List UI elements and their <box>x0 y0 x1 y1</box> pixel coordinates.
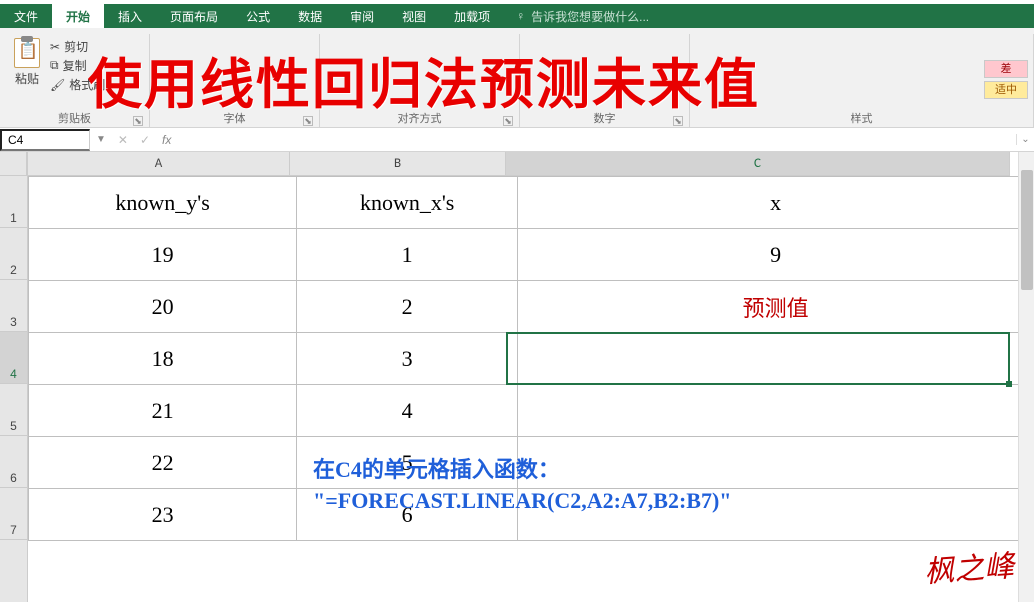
clipboard-icon <box>14 38 40 68</box>
tell-me-placeholder: 告诉我您想要做什么... <box>531 8 649 25</box>
cell-A5[interactable]: 21 <box>29 385 297 437</box>
formula-input[interactable] <box>177 129 1016 151</box>
cell-A4[interactable]: 18 <box>29 333 297 385</box>
tab-home[interactable]: 开始 <box>52 4 104 28</box>
cell-B3[interactable]: 2 <box>297 281 518 333</box>
ribbon-tabs: 文件 开始 插入 页面布局 公式 数据 审阅 视图 加载项 ♀ 告诉我您想要做什… <box>0 4 1034 28</box>
col-header-b[interactable]: B <box>290 152 506 176</box>
fx-icon[interactable]: fx <box>156 133 177 147</box>
cell-A2[interactable]: 19 <box>29 229 297 281</box>
select-all-corner[interactable] <box>0 152 27 176</box>
row-header-6[interactable]: 6 <box>0 436 27 488</box>
style-bad[interactable]: 差 <box>984 60 1028 78</box>
brush-icon <box>50 78 65 92</box>
style-neutral[interactable]: 适中 <box>984 81 1028 99</box>
annotation-text: 在C4的单元格插入函数： "=FORECAST.LINEAR(C2,A2:A7,… <box>313 455 732 517</box>
cell-C2[interactable]: 9 <box>518 229 1034 281</box>
paste-button[interactable]: 粘贴 <box>10 34 44 91</box>
row-header-7[interactable]: 7 <box>0 488 27 540</box>
overlay-title-text: 使用线性回归法预测未来值 <box>88 40 760 119</box>
tab-formulas[interactable]: 公式 <box>232 4 284 28</box>
namebox-dropdown-icon[interactable]: ▼ <box>90 134 112 145</box>
cell-C4[interactable] <box>518 333 1034 385</box>
enter-icon[interactable]: ✓ <box>134 133 156 147</box>
row-header-4[interactable]: 4 <box>0 332 27 384</box>
scissors-icon <box>50 40 60 54</box>
cell-C1[interactable]: x <box>518 177 1034 229</box>
tab-file[interactable]: 文件 <box>0 4 52 28</box>
cell-A7[interactable]: 23 <box>29 489 297 541</box>
cell-B5[interactable]: 4 <box>297 385 518 437</box>
row-header-1[interactable]: 1 <box>0 176 27 228</box>
cell-C5[interactable] <box>518 385 1034 437</box>
row-header-5[interactable]: 5 <box>0 384 27 436</box>
tab-addins[interactable]: 加载项 <box>440 4 504 28</box>
vertical-scrollbar[interactable] <box>1018 152 1034 602</box>
cell-A3[interactable]: 20 <box>29 281 297 333</box>
cancel-icon[interactable]: ✕ <box>112 133 134 147</box>
cell-A6[interactable]: 22 <box>29 437 297 489</box>
tab-page-layout[interactable]: 页面布局 <box>156 4 232 28</box>
row-header-2[interactable]: 2 <box>0 228 27 280</box>
cell-B4[interactable]: 3 <box>297 333 518 385</box>
name-box[interactable] <box>0 129 90 151</box>
scrollbar-thumb[interactable] <box>1021 170 1033 290</box>
signature: 枫之峰 <box>923 541 1016 591</box>
formula-expand-icon[interactable]: ⌄ <box>1016 134 1034 145</box>
cell-C3[interactable]: 预测值 <box>518 281 1034 333</box>
col-header-a[interactable]: A <box>28 152 290 176</box>
tab-view[interactable]: 视图 <box>388 4 440 28</box>
formula-bar: ▼ ✕ ✓ fx ⌄ <box>0 128 1034 152</box>
row-header-3[interactable]: 3 <box>0 280 27 332</box>
lightbulb-icon: ♀ <box>516 9 525 23</box>
copy-icon <box>50 58 59 73</box>
col-header-c[interactable]: C <box>506 152 1010 176</box>
cell-A1[interactable]: known_y's <box>29 177 297 229</box>
fill-handle[interactable] <box>1006 381 1012 387</box>
tell-me-search[interactable]: ♀ 告诉我您想要做什么... <box>504 4 1034 28</box>
tab-insert[interactable]: 插入 <box>104 4 156 28</box>
tab-data[interactable]: 数据 <box>284 4 336 28</box>
cell-B2[interactable]: 1 <box>297 229 518 281</box>
cell-B1[interactable]: known_x's <box>297 177 518 229</box>
tab-review[interactable]: 审阅 <box>336 4 388 28</box>
paste-label: 粘贴 <box>15 70 39 87</box>
